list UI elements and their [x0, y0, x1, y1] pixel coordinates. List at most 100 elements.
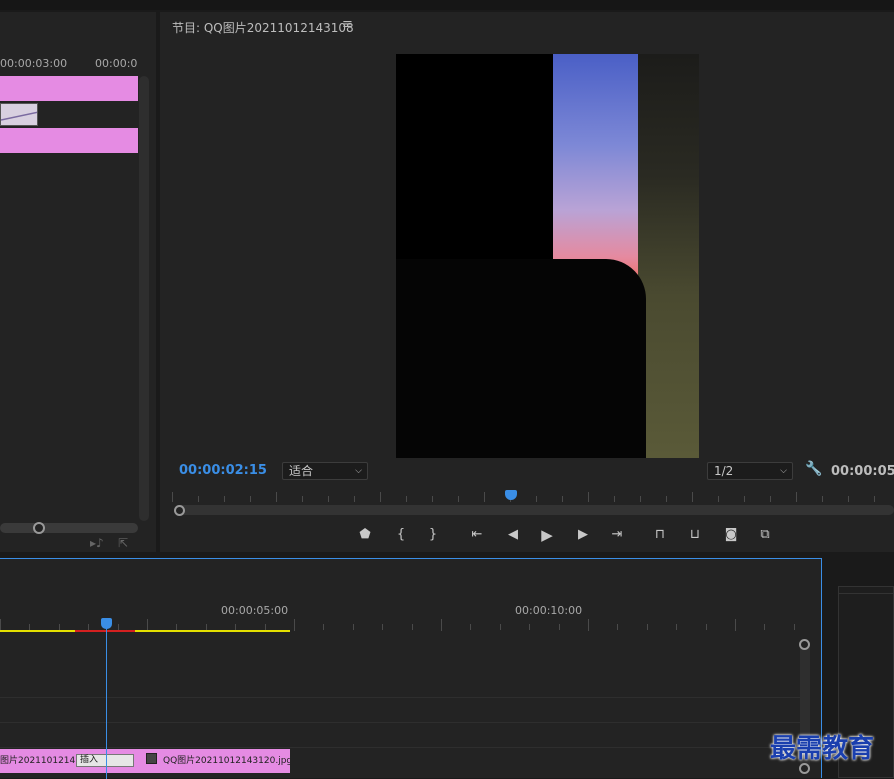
chevron-down-icon: ⌵: [355, 466, 362, 476]
ruler-tick: [692, 492, 693, 502]
render-bar-yellow-right: [135, 630, 290, 632]
clip-tooltip: 插入: [76, 754, 134, 767]
program-monitor-panel: 节目: QQ图片20211012143108 ≡ 00:00:02:15 适合 …: [160, 12, 894, 552]
resolution-dropdown[interactable]: 1/2 ⌵: [707, 462, 793, 480]
source-panel: 00:00:03:00 00:00:0 ▸♪ ⇱: [0, 12, 156, 552]
ruler-tick: [382, 624, 383, 630]
treeline-silhouette: [396, 259, 646, 458]
clip-right-label: QQ图片20211012143120.jpg: [163, 756, 290, 766]
chevron-down-icon: ⌵: [780, 466, 787, 476]
ruler-tick: [770, 496, 771, 502]
ruler-tick: [536, 496, 537, 502]
ruler-tick: [432, 496, 433, 502]
clip-tooltip-label: 插入: [80, 755, 99, 765]
current-time-display[interactable]: 00:00:02:15: [179, 463, 267, 478]
source-ruler-time-1: 00:00:03:00: [0, 57, 68, 70]
ruler-tick: [744, 496, 745, 502]
timeline-clip[interactable]: 图片2021101214 插入 QQ图片20211012143120.jpg: [0, 749, 290, 773]
ruler-tick: [666, 496, 667, 502]
fit-dropdown[interactable]: 适合 ⌵: [282, 462, 368, 480]
source-clip-bar-1[interactable]: [0, 76, 138, 101]
timeline-panel: 00:00:05:00 00:00:10:00 图片2021101214 插入 …: [0, 558, 822, 779]
export-frame-icon[interactable]: ⇱: [118, 536, 128, 550]
timeline-ruler-label-2: 00:00:10:00: [515, 604, 583, 617]
ruler-tick: [588, 492, 589, 502]
source-zoom-handle[interactable]: [33, 522, 45, 534]
ruler-tick: [412, 624, 413, 630]
insert-audio-icon[interactable]: ▸♪: [90, 536, 104, 550]
fx-badge-icon: [146, 753, 157, 764]
compare-view-icon[interactable]: ⧉: [755, 526, 775, 544]
ruler-tick: [848, 496, 849, 502]
ruler-tick: [647, 624, 648, 630]
ruler-tick: [172, 492, 173, 502]
fit-dropdown-label: 适合: [289, 464, 314, 478]
timeline-scroll-handle-top[interactable]: [799, 639, 810, 650]
ruler-tick: [640, 496, 641, 502]
resolution-dropdown-label: 1/2: [714, 464, 734, 478]
play-icon[interactable]: ▶: [537, 526, 557, 544]
ruler-tick: [500, 624, 501, 630]
track-divider-1: [0, 697, 800, 698]
transport-controls: ⬟ { } ⇤ ◀ ▶ ▶ ⇥ ⊓ ⊔ ◙ ⧉: [355, 526, 785, 546]
ruler-tick: [224, 496, 225, 502]
video-preview: [396, 54, 699, 458]
program-time-ruler[interactable]: [172, 492, 894, 506]
program-monitor-title[interactable]: 节目: QQ图片20211012143108: [172, 19, 354, 36]
ruler-tick: [706, 624, 707, 630]
ruler-tick: [354, 496, 355, 502]
ruler-tick: [441, 619, 442, 631]
mark-in-icon[interactable]: {: [391, 526, 411, 544]
ruler-tick: [822, 496, 823, 502]
ruler-tick: [796, 492, 797, 502]
ruler-tick: [380, 492, 381, 502]
ruler-tick: [353, 624, 354, 630]
ruler-tick: [470, 624, 471, 630]
ruler-tick: [676, 624, 677, 630]
add-marker-icon[interactable]: ⬟: [355, 526, 375, 544]
ruler-tick: [323, 624, 324, 630]
source-clip-bar-2[interactable]: [0, 128, 138, 153]
ruler-tick: [794, 624, 795, 630]
go-to-in-icon[interactable]: ⇤: [467, 526, 487, 544]
source-vertical-scrollbar[interactable]: [139, 76, 149, 521]
ruler-tick: [617, 624, 618, 630]
building-overhang: [396, 54, 553, 264]
extract-icon[interactable]: ⊔: [685, 526, 705, 544]
ruler-tick: [250, 496, 251, 502]
track-divider-2: [0, 722, 800, 723]
ruler-tick: [198, 496, 199, 502]
hamburger-icon[interactable]: ≡: [342, 17, 353, 32]
ruler-tick: [328, 496, 329, 502]
step-back-icon[interactable]: ◀: [503, 526, 523, 544]
mark-out-icon[interactable]: }: [423, 526, 443, 544]
track-divider-3: [0, 747, 800, 748]
camera-icon[interactable]: ◙: [721, 526, 741, 544]
ruler-tick: [294, 619, 295, 631]
clip-left-label: 图片2021101214: [0, 756, 76, 766]
program-zoom-scrollbar[interactable]: [174, 505, 894, 515]
ruler-tick: [735, 619, 736, 631]
step-forward-icon[interactable]: ▶: [573, 526, 593, 544]
building-wall: [638, 54, 699, 458]
ruler-tick: [406, 496, 407, 502]
program-zoom-handle[interactable]: [174, 505, 185, 516]
ruler-tick: [559, 624, 560, 630]
go-to-out-icon[interactable]: ⇥: [607, 526, 627, 544]
keyframe-line-icon: [1, 111, 37, 121]
ruler-tick: [302, 496, 303, 502]
top-strip: [0, 0, 894, 10]
wrench-icon[interactable]: 🔧: [805, 461, 822, 477]
ruler-tick: [529, 624, 530, 630]
lift-icon[interactable]: ⊓: [650, 526, 670, 544]
timeline-ruler-label-1: 00:00:05:00: [221, 604, 289, 617]
ruler-tick: [588, 619, 589, 631]
render-bar-red: [75, 630, 135, 632]
watermark: 最需教育: [770, 734, 875, 764]
source-zoom-scrollbar[interactable]: [0, 523, 138, 533]
timeline-playhead[interactable]: [101, 618, 112, 629]
source-clip-thumb[interactable]: [0, 103, 38, 126]
ruler-tick: [458, 496, 459, 502]
source-ruler-time-2: 00:00:0: [95, 57, 138, 70]
ruler-tick: [276, 492, 277, 502]
